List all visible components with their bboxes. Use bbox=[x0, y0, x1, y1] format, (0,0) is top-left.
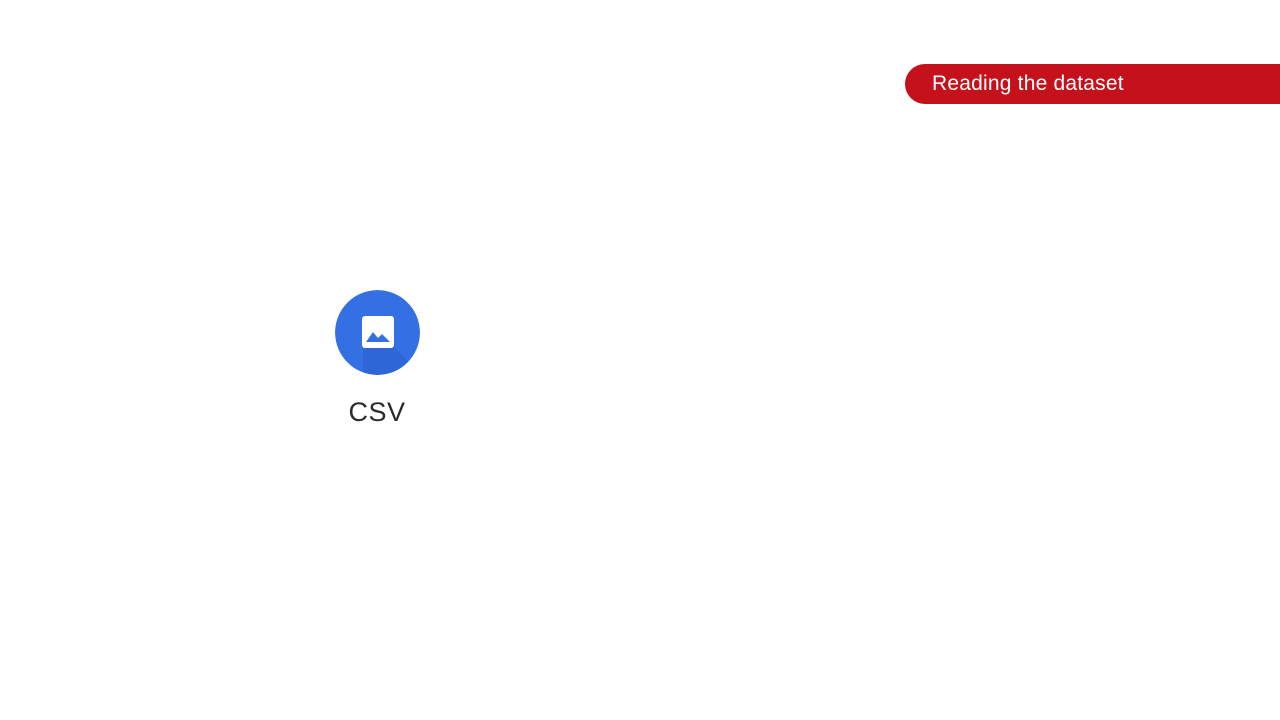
section-banner: Reading the dataset bbox=[905, 64, 1280, 104]
section-banner-title: Reading the dataset bbox=[932, 72, 1124, 95]
image-icon bbox=[334, 290, 420, 375]
slide-canvas: Reading the dataset CSV bbox=[0, 0, 1280, 720]
csv-label: CSV bbox=[348, 397, 406, 427]
csv-node: CSV bbox=[327, 290, 427, 428]
